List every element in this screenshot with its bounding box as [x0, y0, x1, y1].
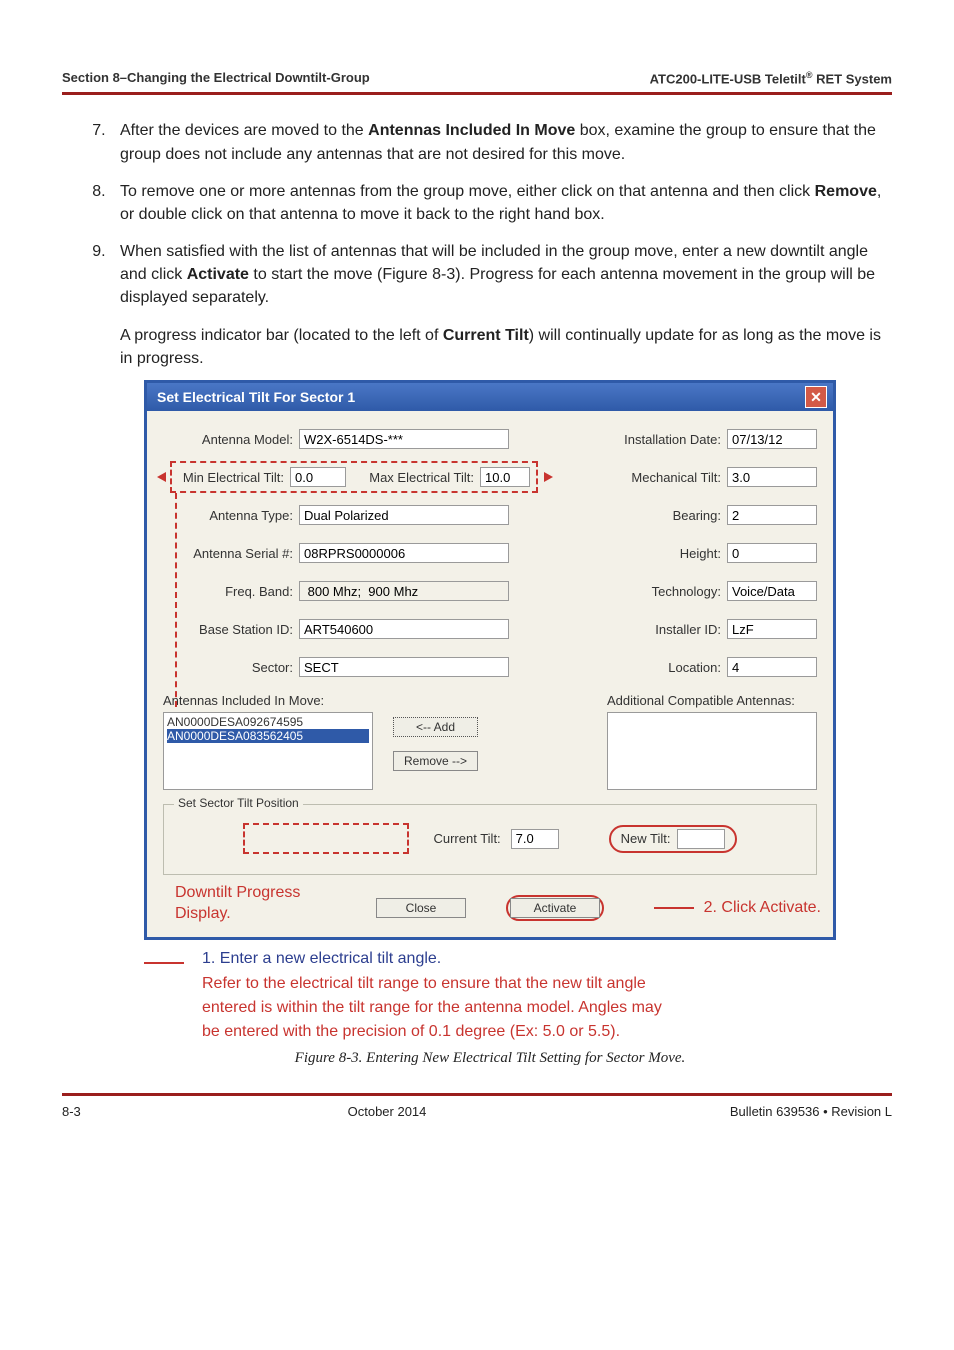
row-freq: Freq. Band: Technology: — [163, 579, 817, 603]
step1-text: 1. Enter a new electrical tilt angle. — [202, 950, 441, 968]
after-9-paragraph: A progress indicator bar (located to the… — [120, 324, 892, 370]
label-installer: Installer ID: — [611, 622, 727, 637]
annotation-arrow-icon — [544, 472, 553, 482]
label-included: Antennas Included In Move: — [163, 693, 373, 708]
label-install-date: Installation Date: — [611, 432, 727, 447]
row-antenna-model: Antenna Model: Installation Date: — [163, 427, 817, 451]
label-new-tilt: New Tilt: — [621, 831, 671, 846]
included-listbox[interactable]: AN0000DESA092674595 AN0000DESA083562405 — [163, 712, 373, 790]
instruction-list: After the devices are moved to the Anten… — [62, 119, 892, 309]
compat-col: Additional Compatible Antennas: — [607, 693, 817, 790]
min-tilt-field[interactable] — [290, 467, 346, 487]
label-mech-tilt: Mechanical Tilt: — [611, 470, 727, 485]
annotation-step1: 1. Enter a new electrical tilt angle. — [144, 950, 836, 968]
label-base-id: Base Station ID: — [163, 622, 299, 637]
annotation-note: Refer to the electrical tilt range to en… — [202, 972, 836, 1044]
page: Section 8–Changing the Electrical Downti… — [0, 0, 954, 1159]
compat-listbox[interactable] — [607, 712, 817, 790]
header-left: Section 8–Changing the Electrical Downti… — [62, 70, 370, 86]
label-sector: Sector: — [163, 660, 299, 675]
label-freq: Freq. Band: — [163, 584, 299, 599]
close-icon[interactable]: ✕ — [805, 386, 827, 408]
current-tilt-highlight — [243, 823, 409, 854]
annotation-left-dash — [175, 493, 177, 707]
current-tilt-field — [511, 829, 559, 849]
installer-field[interactable] — [727, 619, 817, 639]
location-field[interactable] — [727, 657, 817, 677]
install-date-field[interactable] — [727, 429, 817, 449]
sector-tilt-group: Set Sector Tilt Position Current Tilt: N… — [163, 804, 817, 875]
base-id-field[interactable] — [299, 619, 509, 639]
list-item[interactable]: AN0000DESA092674595 — [167, 715, 369, 729]
dialog-titlebar: Set Electrical Tilt For Sector 1 ✕ — [147, 383, 833, 411]
sector-tilt-legend: Set Sector Tilt Position — [174, 796, 303, 810]
antenna-model-field[interactable] — [299, 429, 509, 449]
freq-field — [299, 581, 509, 601]
remove-button[interactable]: Remove --> — [393, 751, 478, 771]
label-serial: Antenna Serial #: — [163, 546, 299, 561]
included-col: Antennas Included In Move: AN0000DESA092… — [163, 693, 373, 790]
new-tilt-field[interactable] — [677, 829, 725, 849]
annotation-line — [144, 962, 184, 964]
header-right: ATC200-LITE-USB Teletilt® RET System — [650, 70, 892, 86]
page-header: Section 8–Changing the Electrical Downti… — [62, 70, 892, 95]
antenna-lists: Antennas Included In Move: AN0000DESA092… — [163, 693, 817, 790]
annotation-click-activate: 2. Click Activate. — [654, 899, 821, 917]
dialog-title: Set Electrical Tilt For Sector 1 — [157, 389, 355, 405]
add-remove-buttons: <-- Add Remove --> — [393, 717, 478, 771]
dialog-window: Set Electrical Tilt For Sector 1 ✕ Anten… — [144, 380, 836, 940]
label-compat: Additional Compatible Antennas: — [607, 693, 817, 708]
row-antenna-type: Antenna Type: Bearing: — [163, 503, 817, 527]
height-field[interactable] — [727, 543, 817, 563]
activate-button[interactable]: Activate — [510, 898, 600, 918]
label-antenna-model: Antenna Model: — [163, 432, 299, 447]
new-tilt-highlight: New Tilt: — [609, 825, 737, 853]
annotation-line — [654, 907, 694, 909]
row-serial: Antenna Serial #: Height: — [163, 541, 817, 565]
label-height: Height: — [611, 546, 727, 561]
dialog-screenshot: Set Electrical Tilt For Sector 1 ✕ Anten… — [144, 380, 836, 1067]
instruction-item-8: To remove one or more antennas from the … — [110, 180, 892, 226]
label-min-tilt: Min Electrical Tilt: — [172, 470, 290, 485]
serial-field[interactable] — [299, 543, 509, 563]
activate-highlight: Activate — [506, 895, 604, 921]
label-antenna-type: Antenna Type: — [163, 508, 299, 523]
label-max-tilt: Max Electrical Tilt: — [346, 470, 480, 485]
instruction-item-7: After the devices are moved to the Anten… — [110, 119, 892, 165]
max-tilt-field[interactable] — [480, 467, 530, 487]
sector-field[interactable] — [299, 657, 509, 677]
row-base-id: Base Station ID: Installer ID: — [163, 617, 817, 641]
close-button[interactable]: Close — [376, 898, 466, 918]
add-button[interactable]: <-- Add — [393, 717, 478, 737]
footer-pageno: 8-3 — [62, 1104, 142, 1119]
label-tech: Technology: — [611, 584, 727, 599]
row-sector: Sector: Location: — [163, 655, 817, 679]
tech-field[interactable] — [727, 581, 817, 601]
footer-right: Bulletin 639536 • Revision L — [632, 1104, 892, 1119]
label-location: Location: — [611, 660, 727, 675]
annotation-downtilt: Downtilt ProgressDisplay. — [175, 883, 300, 925]
antenna-type-field[interactable] — [299, 505, 509, 525]
list-item[interactable]: AN0000DESA083562405 — [167, 729, 369, 743]
tilt-range-highlight: Min Electrical Tilt: Max Electrical Tilt… — [170, 461, 538, 493]
dialog-body: Antenna Model: Installation Date: Min El… — [147, 411, 833, 937]
figure-caption: Figure 8-3. Entering New Electrical Tilt… — [144, 1050, 836, 1067]
instruction-item-9: When satisfied with the list of antennas… — [110, 240, 892, 310]
mech-tilt-field[interactable] — [727, 467, 817, 487]
footer-center: October 2014 — [142, 1104, 632, 1119]
page-footer: 8-3 October 2014 Bulletin 639536 • Revis… — [62, 1093, 892, 1119]
label-bearing: Bearing: — [611, 508, 727, 523]
bearing-field[interactable] — [727, 505, 817, 525]
annotation-arrow-icon — [157, 472, 166, 482]
row-tilt-range: Min Electrical Tilt: Max Electrical Tilt… — [163, 465, 817, 489]
tilt-row: Current Tilt: New Tilt: — [182, 823, 798, 854]
label-current-tilt: Current Tilt: — [433, 831, 500, 846]
